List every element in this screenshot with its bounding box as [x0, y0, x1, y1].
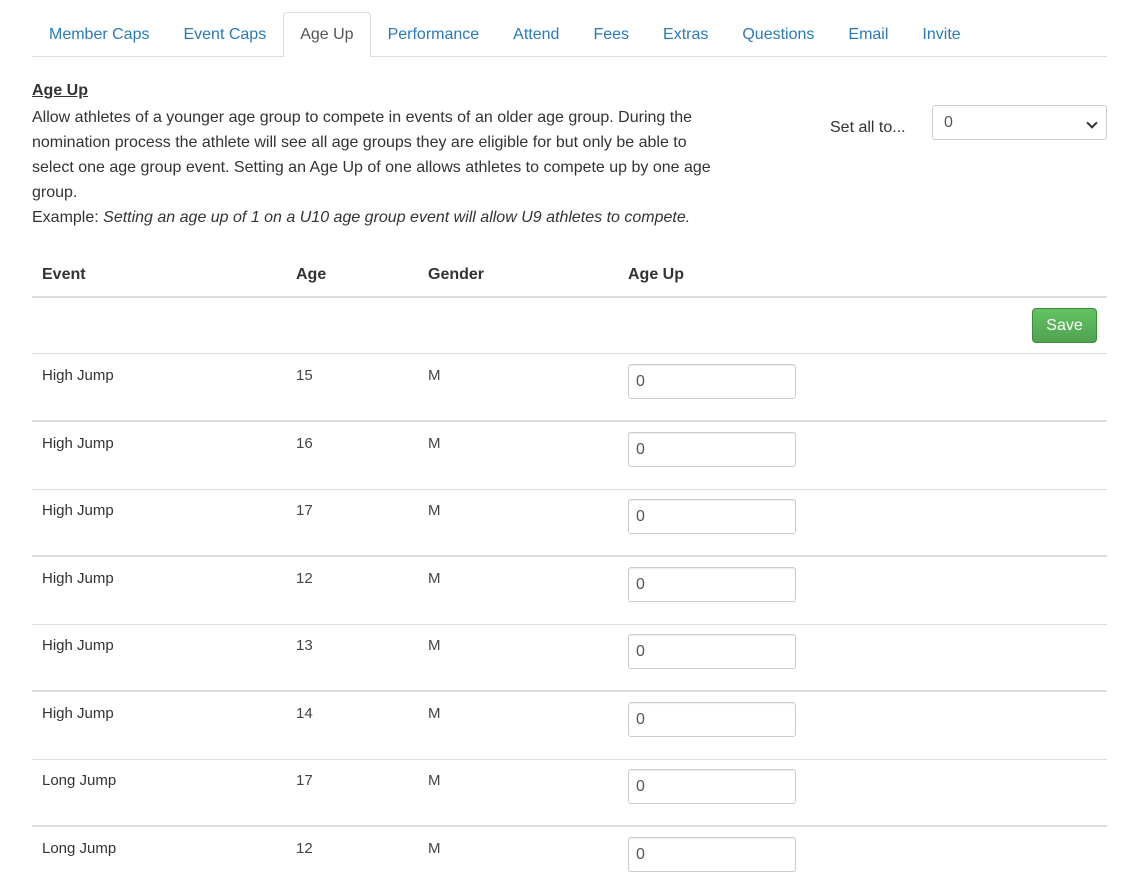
table-row: Long Jump 17 M 0 — [32, 759, 1107, 827]
age-cell: 17 — [296, 772, 313, 789]
set-all-select[interactable]: 0 — [932, 105, 1107, 140]
age-up-input[interactable]: 0 — [628, 634, 796, 669]
header-event: Event — [42, 266, 86, 283]
age-cell: 16 — [296, 435, 313, 452]
tab-fees[interactable]: Fees — [576, 12, 646, 56]
set-all-label: Set all to... — [830, 119, 906, 136]
save-row: Save — [32, 298, 1107, 354]
event-cell: High Jump — [42, 637, 114, 654]
age-up-input[interactable]: 0 — [628, 364, 796, 399]
gender-cell: M — [428, 840, 441, 857]
gender-cell: M — [428, 502, 441, 519]
event-cell: High Jump — [42, 435, 114, 452]
age-up-input[interactable]: 0 — [628, 769, 796, 804]
age-up-input[interactable]: 0 — [628, 702, 796, 737]
tab-attend[interactable]: Attend — [496, 12, 576, 56]
age-cell: 15 — [296, 367, 313, 384]
tab-event-caps[interactable]: Event Caps — [166, 12, 283, 56]
age-up-input[interactable]: 0 — [628, 499, 796, 534]
gender-cell: M — [428, 570, 441, 587]
tab-member-caps[interactable]: Member Caps — [32, 12, 166, 56]
tab-email[interactable]: Email — [831, 12, 905, 56]
header-gender: Gender — [428, 266, 485, 283]
event-cell: High Jump — [42, 502, 114, 519]
example-label: Example: — [32, 209, 104, 226]
example-text: Setting an age up of 1 on a U10 age grou… — [103, 209, 691, 226]
save-button[interactable]: Save — [1032, 308, 1097, 343]
age-cell: 13 — [296, 637, 313, 654]
event-cell: High Jump — [42, 570, 114, 587]
event-cell: High Jump — [42, 367, 114, 384]
event-cell: Long Jump — [42, 772, 117, 789]
age-up-input[interactable]: 0 — [628, 567, 796, 602]
set-all-value: 0 — [944, 114, 953, 131]
section-example: Example: Setting an age up of 1 on a U10… — [32, 205, 732, 230]
event-cell: High Jump — [42, 705, 114, 722]
gender-cell: M — [428, 772, 441, 789]
age-cell: 17 — [296, 502, 313, 519]
tab-questions[interactable]: Questions — [725, 12, 831, 56]
settings-tabs: Member Caps Event Caps Age Up Performanc… — [32, 12, 1107, 57]
table-row: Long Jump 12 M 0 — [32, 827, 1107, 895]
section-title: Age Up — [32, 82, 88, 99]
age-cell: 12 — [296, 570, 313, 587]
table-row: High Jump 15 M 0 — [32, 354, 1107, 422]
header-age: Age — [296, 266, 327, 283]
table-header: Event Age Gender Age Up — [32, 256, 1107, 298]
gender-cell: M — [428, 367, 441, 384]
age-cell: 14 — [296, 705, 313, 722]
table-row: High Jump 13 M 0 — [32, 624, 1107, 692]
age-cell: 12 — [296, 840, 313, 857]
age-up-input[interactable]: 0 — [628, 837, 796, 872]
tab-extras[interactable]: Extras — [646, 12, 725, 56]
table-row: High Jump 16 M 0 — [32, 422, 1107, 490]
table-row: High Jump 12 M 0 — [32, 557, 1107, 625]
event-cell: Long Jump — [42, 840, 117, 857]
chevron-down-icon — [1086, 117, 1098, 129]
gender-cell: M — [428, 637, 441, 654]
section-description: Allow athletes of a younger age group to… — [32, 109, 711, 201]
table-row: High Jump 17 M 0 — [32, 489, 1107, 557]
header-age-up: Age Up — [628, 266, 684, 283]
gender-cell: M — [428, 705, 441, 722]
tab-invite[interactable]: Invite — [905, 12, 977, 56]
tab-age-up[interactable]: Age Up — [283, 12, 371, 57]
gender-cell: M — [428, 435, 441, 452]
table-row: High Jump 14 M 0 — [32, 692, 1107, 760]
age-up-input[interactable]: 0 — [628, 432, 796, 467]
tab-performance[interactable]: Performance — [371, 12, 497, 56]
